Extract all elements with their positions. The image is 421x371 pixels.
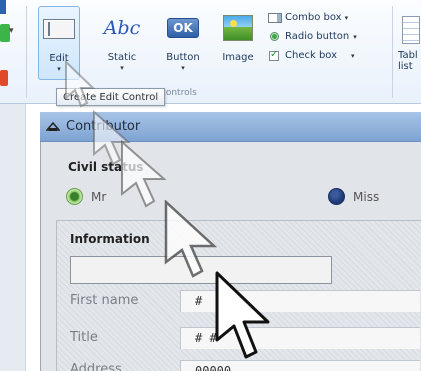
table-list-label: Tabl list: [398, 50, 418, 72]
radio-option-miss[interactable]: Miss: [328, 188, 379, 205]
radio-button-button[interactable]: Radio button ▾: [268, 27, 388, 46]
ribbon-separator: [26, 6, 27, 98]
radio-option-label: Miss: [353, 189, 380, 204]
static-control-button[interactable]: Abc Static ▾: [100, 6, 144, 80]
chevron-down-icon: ▾: [351, 51, 355, 60]
radio-option-label: Mr: [91, 189, 107, 204]
drag-cursor-icon: [65, 60, 96, 108]
image-control-button[interactable]: Image: [216, 6, 260, 80]
orange-fragment-icon[interactable]: [0, 70, 8, 86]
ribbon-left-strip: ▾: [0, 0, 14, 104]
image-control-icon: [223, 10, 253, 46]
edit-control-icon: [43, 11, 75, 47]
button-control-label: Button: [166, 52, 200, 63]
chevron-down-icon: ▾: [353, 32, 357, 41]
button-control-icon: OK: [167, 10, 199, 46]
check-box-label: Check box: [285, 50, 338, 61]
chevron-down-icon[interactable]: ▾: [9, 26, 14, 36]
chevron-down-icon: ▾: [344, 13, 349, 22]
combo-box-icon: [268, 12, 282, 23]
check-box-button[interactable]: Check box ▾: [268, 46, 388, 65]
editor-left-margin: [0, 104, 26, 371]
ribbon-side-list: Combo box ▾ Radio button ▾ Check box ▾: [268, 8, 388, 65]
radio-button-icon: [270, 32, 279, 41]
title-label: Title: [70, 330, 98, 345]
radio-selected-icon: [66, 188, 83, 205]
mouse-cursor-icon: [215, 271, 270, 359]
drag-cursor-icon: [121, 140, 167, 208]
window-app-icon: [45, 119, 61, 133]
radio-option-mr[interactable]: Mr: [66, 188, 106, 205]
radio-button-label: Radio button: [285, 31, 350, 42]
combo-box-button[interactable]: Combo box ▾: [268, 8, 388, 27]
combo-box-label: Combo box: [285, 12, 342, 23]
static-control-label: Static: [107, 52, 137, 63]
radio-unselected-icon: [328, 188, 345, 205]
address-label: Address: [70, 362, 122, 371]
check-box-icon: [269, 49, 279, 61]
table-list-button[interactable]: Tabl list: [396, 6, 421, 72]
drag-cursor-icon: [164, 200, 218, 278]
button-control-button[interactable]: OK Button ▾: [158, 6, 208, 80]
image-control-label: Image: [222, 52, 254, 63]
table-icon: [402, 16, 420, 44]
chevron-down-icon: ▾: [57, 65, 61, 73]
blue-fragment-icon: [0, 0, 6, 14]
chevron-down-icon: ▾: [181, 64, 185, 72]
chevron-down-icon: ▾: [120, 64, 124, 72]
static-text-icon: Abc: [103, 17, 141, 39]
information-title: Information: [70, 232, 150, 246]
ribbon-separator: [392, 6, 393, 98]
first-name-label: First name: [70, 293, 139, 308]
